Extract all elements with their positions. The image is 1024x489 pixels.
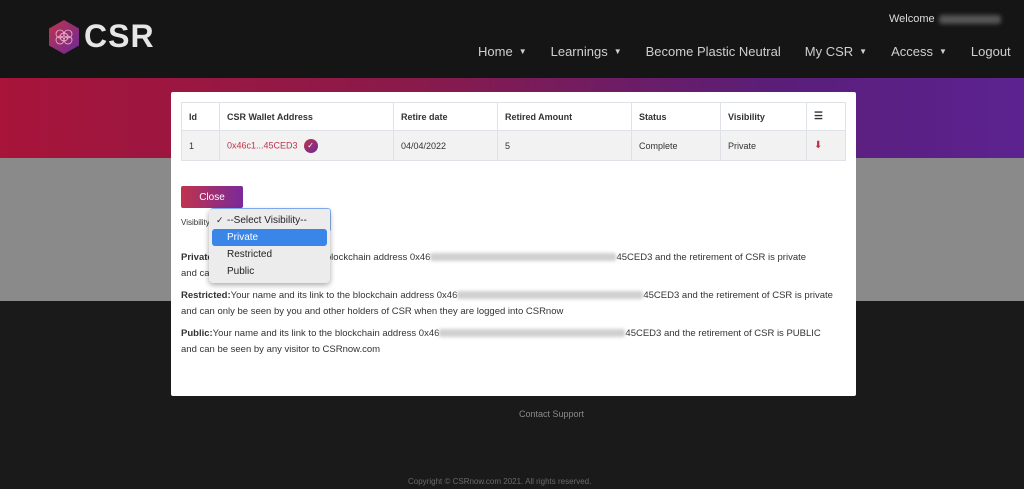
private-title: Private bbox=[181, 252, 213, 263]
csr-logo[interactable]: CSR bbox=[48, 18, 155, 55]
restricted-description: Restricted:Your name and its link to the… bbox=[181, 288, 846, 320]
col-header-actions: ☰ bbox=[806, 102, 846, 131]
hexagon-logo-icon bbox=[49, 19, 79, 54]
nav-item-label: Access bbox=[891, 44, 933, 59]
nav-item-access[interactable]: Access ▼ bbox=[891, 44, 947, 59]
redacted-username bbox=[938, 14, 1001, 24]
table-row: 1 0x46c1...45CED3 ✓ 04/04/2022 5 Complete… bbox=[181, 130, 846, 161]
public-text-3: and can be seen by any visitor to CSRnow… bbox=[181, 344, 381, 355]
restricted-text-1: Your name and its link to the blockchain… bbox=[230, 290, 458, 301]
public-text-1: Your name and its link to the blockchain… bbox=[212, 328, 440, 339]
download-icon[interactable]: ⬇ bbox=[814, 140, 822, 151]
copyright-text: Copyright © CSRnow.com 2021. All rights … bbox=[408, 477, 592, 486]
caret-down-icon: ▼ bbox=[518, 47, 527, 56]
private-text-2: 45CED3 and the retirement of CSR is priv… bbox=[616, 252, 807, 263]
cell-address: 0x46c1...45CED3 ✓ bbox=[219, 130, 394, 161]
nav-item-label: My CSR bbox=[804, 44, 854, 59]
redacted-address bbox=[457, 291, 644, 300]
nav-item-label: Home bbox=[478, 44, 513, 59]
nav-item-home[interactable]: Home ▼ bbox=[478, 44, 527, 59]
col-header-id: Id bbox=[181, 102, 220, 131]
public-text-2: 45CED3 and the retirement of CSR is PUBL… bbox=[625, 328, 821, 339]
redacted-address bbox=[430, 253, 617, 262]
cell-id: 1 bbox=[181, 130, 220, 161]
verified-badge-icon: ✓ bbox=[303, 138, 318, 153]
option-label: --Select Visibility-- bbox=[227, 215, 307, 226]
main-nav: Home ▼ Learnings ▼ Become Plastic Neutral My … bbox=[478, 44, 1024, 59]
restricted-title: Restricted: bbox=[181, 290, 231, 301]
option-label: Private bbox=[227, 232, 259, 243]
nav-item-label: Become Plastic Neutral bbox=[645, 44, 781, 59]
option-label: Public bbox=[227, 266, 255, 277]
close-button[interactable]: Close bbox=[181, 186, 243, 208]
col-header-amount: Retired Amount bbox=[497, 102, 632, 131]
welcome-label: Welcome bbox=[889, 13, 935, 25]
cell-retire-date: 04/04/2022 bbox=[393, 130, 498, 161]
top-navbar: CSR Welcome Home ▼ Learnings ▼ Become Plasti… bbox=[0, 0, 1024, 78]
restricted-text-3: and can only be seen by you and other ho… bbox=[181, 306, 564, 317]
wallet-address-link[interactable]: 0x46c1...45CED3 bbox=[227, 140, 298, 150]
option-restricted[interactable]: Restricted bbox=[212, 246, 327, 263]
nav-item-label: Learnings bbox=[550, 44, 608, 59]
col-header-status: Status bbox=[631, 102, 721, 131]
logo-text: CSR bbox=[84, 18, 155, 54]
checkmark-icon: ✓ bbox=[216, 215, 224, 225]
contact-support-link[interactable]: Contact Support bbox=[519, 409, 584, 419]
nav-item-become-plastic-neutral[interactable]: Become Plastic Neutral bbox=[646, 44, 781, 59]
table-header-row: Id CSR Wallet Address Retire date Retire… bbox=[181, 102, 846, 131]
option-select-visibility[interactable]: ✓ --Select Visibility-- bbox=[212, 212, 327, 229]
public-description: Public:Your name and its link to the blo… bbox=[181, 326, 846, 358]
visibility-label: Visibility bbox=[181, 218, 210, 227]
col-header-retire-date: Retire date bbox=[393, 102, 498, 131]
private-text-1: he blockchain address 0x46 bbox=[312, 252, 431, 263]
option-private[interactable]: Private bbox=[212, 229, 327, 246]
visibility-dropdown-menu: ✓ --Select Visibility-- Private Restrict… bbox=[209, 209, 330, 283]
caret-down-icon: ▼ bbox=[938, 47, 947, 56]
retirement-modal: Id CSR Wallet Address Retire date Retire… bbox=[171, 92, 856, 396]
cell-status: Complete bbox=[631, 130, 721, 161]
cell-visibility: Private bbox=[720, 130, 807, 161]
nav-item-label: Logout bbox=[970, 44, 1011, 59]
public-title: Public: bbox=[181, 328, 213, 339]
nav-item-learnings[interactable]: Learnings ▼ bbox=[551, 44, 622, 59]
retirement-table: Id CSR Wallet Address Retire date Retire… bbox=[181, 102, 846, 161]
redacted-address bbox=[439, 329, 626, 338]
private-text-3: and ca bbox=[181, 268, 210, 279]
list-icon: ☰ bbox=[814, 111, 823, 122]
cell-amount: 5 bbox=[497, 130, 632, 161]
col-header-visibility: Visibility bbox=[720, 102, 807, 131]
restricted-text-2: 45CED3 and the retirement of CSR is priv… bbox=[643, 290, 833, 301]
nav-item-my-csr[interactable]: My CSR ▼ bbox=[805, 44, 867, 59]
nav-item-logout[interactable]: Logout bbox=[971, 44, 1011, 59]
welcome-text: Welcome bbox=[889, 13, 1001, 25]
cell-download: ⬇ bbox=[806, 130, 846, 161]
caret-down-icon: ▼ bbox=[613, 47, 622, 56]
col-header-address: CSR Wallet Address bbox=[219, 102, 394, 131]
option-public[interactable]: Public bbox=[212, 263, 327, 280]
caret-down-icon: ▼ bbox=[859, 47, 868, 56]
option-label: Restricted bbox=[227, 249, 273, 260]
